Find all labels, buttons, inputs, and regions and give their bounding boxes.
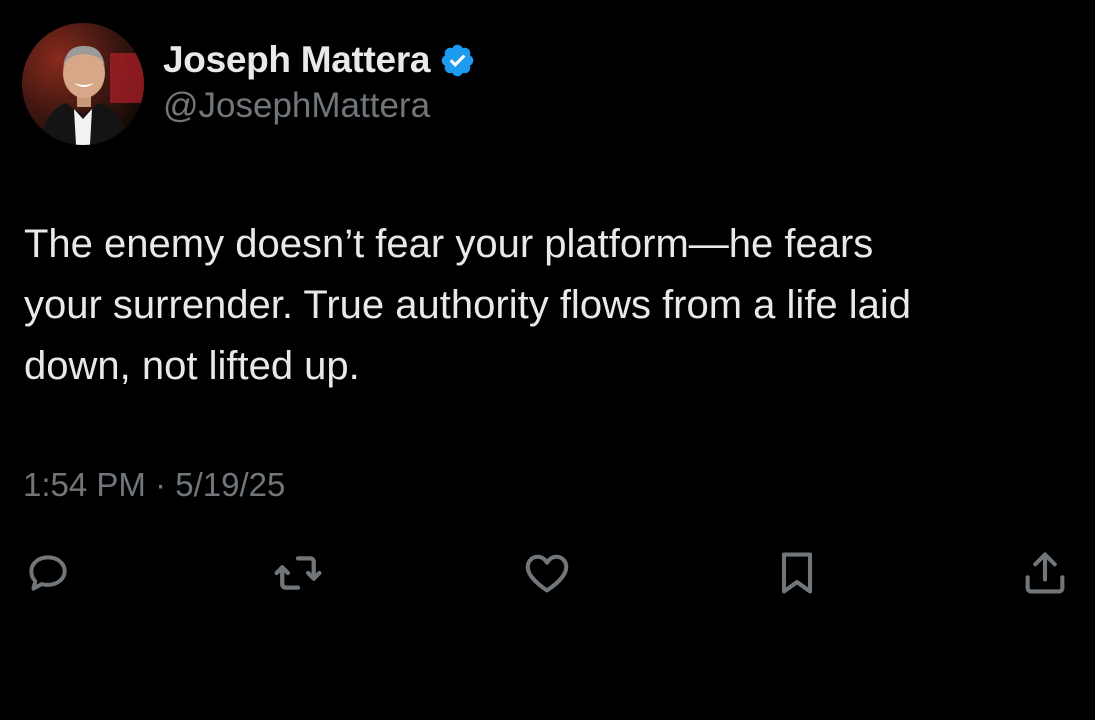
handle[interactable]: @JosephMattera	[163, 86, 476, 126]
tweet-text: The enemy doesn’t fear your platform—he …	[24, 222, 912, 388]
like-button[interactable]	[519, 545, 575, 601]
bookmark-icon	[781, 552, 813, 594]
speech-bubble-icon	[29, 555, 67, 591]
tweet-header: Joseph Mattera @JosephMattera	[22, 23, 476, 145]
timestamp[interactable]: 1:54 PM · 5/19/25	[23, 466, 285, 504]
bookmark-button[interactable]	[769, 545, 825, 601]
heart-icon	[525, 554, 569, 593]
display-name[interactable]: Joseph Mattera	[163, 39, 431, 81]
repost-button[interactable]	[270, 545, 326, 601]
author-names: Joseph Mattera @JosephMattera	[163, 37, 476, 126]
tweet-card: Joseph Mattera @JosephMattera The enemy …	[0, 0, 1095, 720]
action-bar	[0, 545, 1095, 605]
reply-button[interactable]	[20, 545, 76, 601]
share-icon	[1025, 552, 1065, 594]
name-row: Joseph Mattera	[163, 37, 476, 83]
verified-badge-icon[interactable]	[439, 42, 476, 79]
avatar[interactable]	[22, 23, 144, 145]
share-button[interactable]	[1017, 545, 1073, 601]
repost-arrows-icon	[274, 556, 322, 590]
